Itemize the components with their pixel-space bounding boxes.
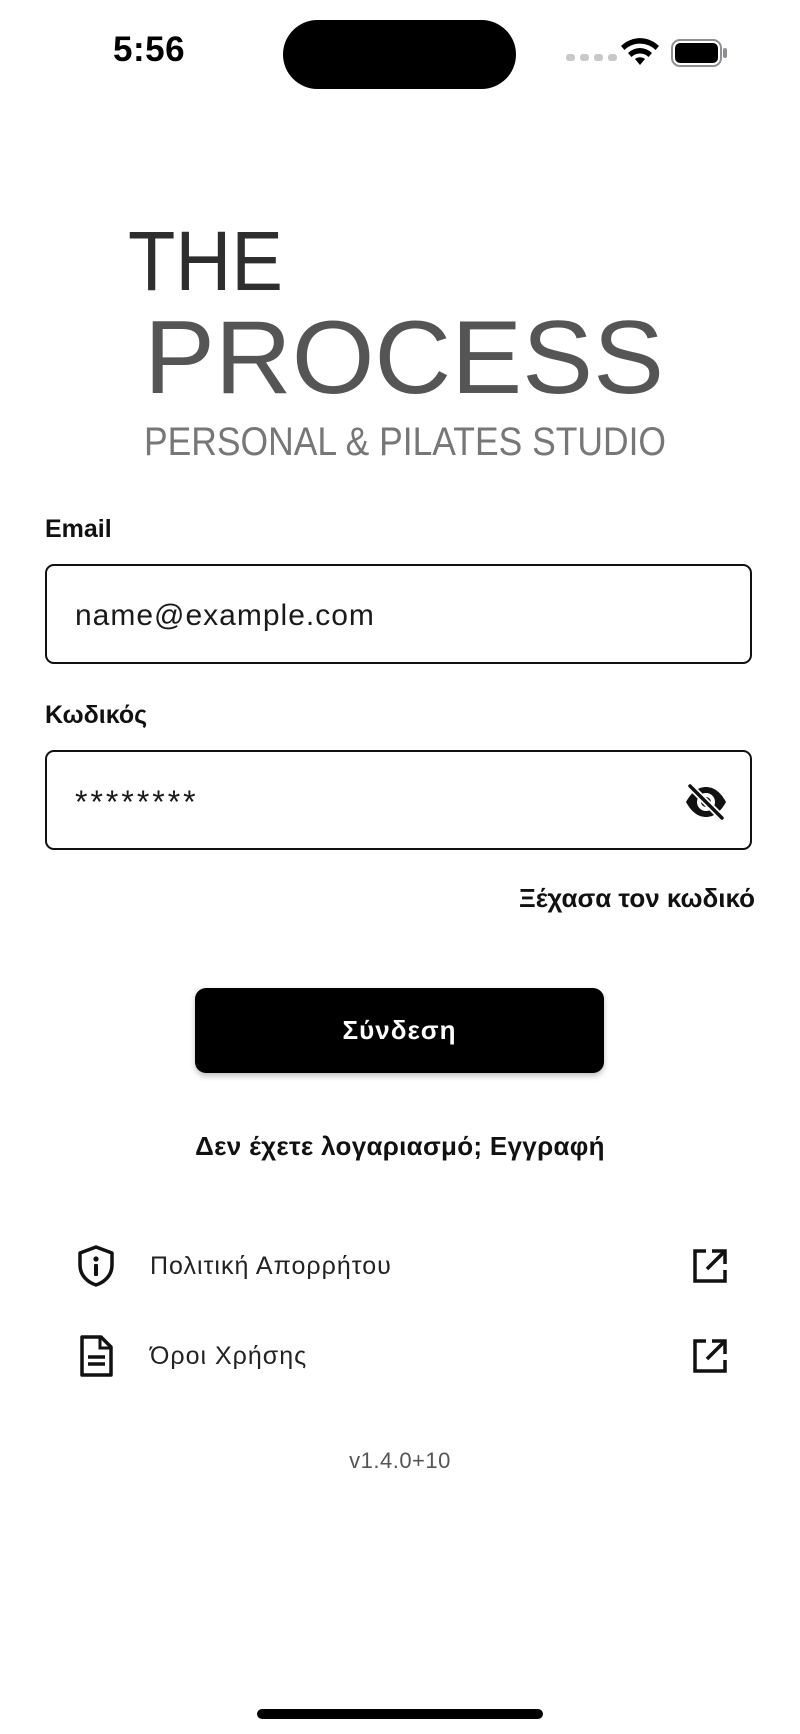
wifi-icon [621, 38, 659, 65]
password-value: ******** [75, 784, 199, 820]
privacy-policy-link[interactable]: Πολιτική Απορρήτου [70, 1236, 730, 1296]
privacy-policy-label: Πολιτική Απορρήτου [150, 1252, 392, 1280]
open-external-icon [693, 1249, 727, 1283]
eye-off-icon[interactable] [684, 783, 728, 821]
app-version: v1.4.0+10 [349, 1448, 451, 1473]
logo-the: THE [128, 226, 283, 308]
dynamic-island [283, 20, 516, 89]
home-indicator[interactable] [257, 1709, 543, 1719]
register-link[interactable]: Δεν έχετε λογαριασμό; Εγγραφή [0, 1131, 800, 1162]
terms-of-use-link[interactable]: Όροι Χρήσης [70, 1326, 730, 1386]
cellular-signal-icon [566, 54, 617, 61]
email-label: Email [45, 515, 112, 543]
login-button[interactable]: Σύνδεση [195, 988, 604, 1073]
email-value: name@example.com [75, 599, 375, 632]
battery-icon [671, 39, 727, 67]
email-field[interactable]: name@example.com [45, 564, 752, 664]
status-time: 5:56 [113, 30, 186, 69]
open-external-icon [693, 1339, 727, 1373]
logo-process: PROCESS [144, 300, 664, 416]
terms-of-use-label: Όροι Χρήσης [150, 1342, 308, 1370]
studio-logo: THE PROCESS PERSONAL & PILATES STUDIO [128, 226, 666, 458]
document-icon [80, 1335, 113, 1377]
password-label: Κωδικός [45, 701, 148, 729]
password-field[interactable]: ******** [45, 750, 752, 850]
logo-tagline: PERSONAL & PILATES STUDIO [144, 420, 666, 458]
forgot-password-link[interactable]: Ξέχασα τον κωδικό [519, 883, 755, 914]
shield-info-icon [78, 1245, 114, 1287]
